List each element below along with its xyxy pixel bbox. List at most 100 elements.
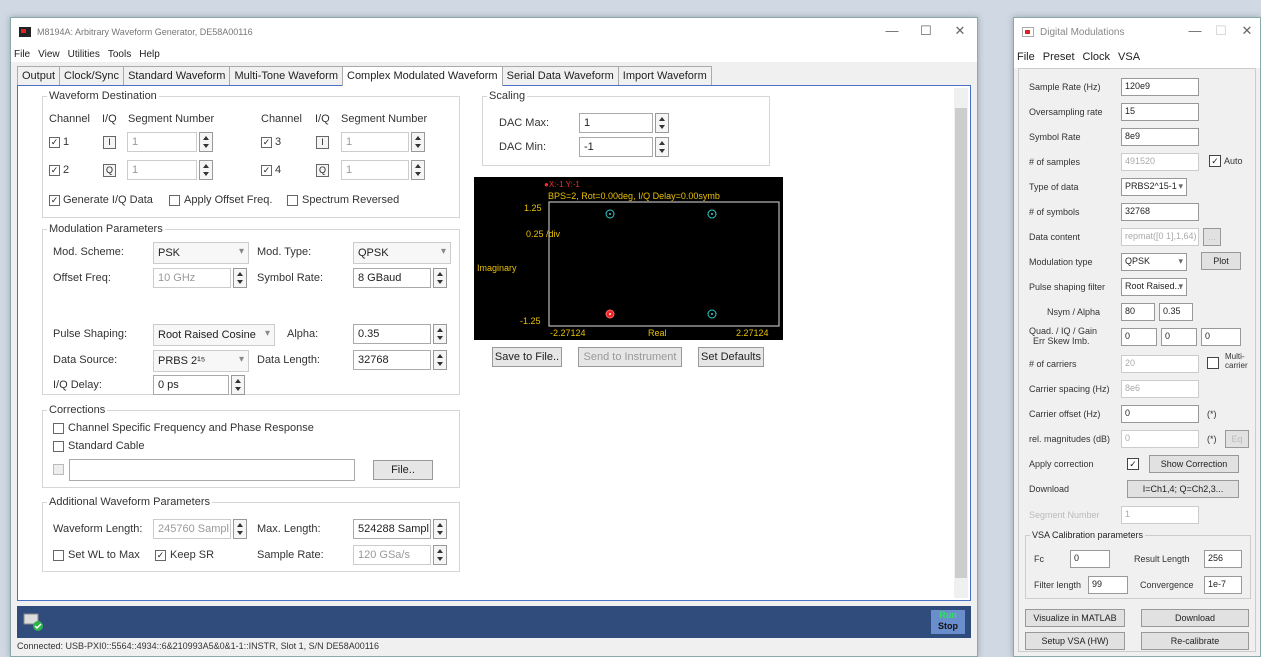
set-defaults-button[interactable]: Set Defaults: [698, 347, 764, 367]
tab-import-waveform[interactable]: Import Waveform: [617, 66, 712, 85]
tab-output[interactable]: Output: [17, 66, 61, 85]
tab-standard-waveform[interactable]: Standard Waveform: [123, 66, 231, 85]
menu-utilities[interactable]: Utilities: [68, 49, 100, 60]
channel-1-checkbox[interactable]: ✓: [49, 137, 60, 148]
dm-data-content-input[interactable]: repmat([0 1],1,64): [1121, 228, 1199, 246]
segment-4-input[interactable]: 1: [341, 160, 409, 180]
correction-file-checkbox[interactable]: [53, 464, 64, 475]
iq-delay-input[interactable]: 0 ps: [153, 375, 229, 395]
dac-min-spinner[interactable]: [655, 137, 669, 157]
dm-close-icon[interactable]: ✕: [1234, 18, 1260, 46]
maximize-icon[interactable]: ☐: [909, 18, 943, 46]
dm-type-data-select[interactable]: PRBS2^15-1: [1121, 178, 1187, 196]
menu-tools[interactable]: Tools: [108, 49, 131, 60]
channel-2-checkbox[interactable]: ✓: [49, 165, 60, 176]
data-length-spinner[interactable]: [433, 350, 447, 370]
mod-type-select[interactable]: QPSK: [353, 242, 451, 264]
dm-offset-input[interactable]: 0: [1121, 405, 1199, 423]
dm-num-samples-input[interactable]: 491520: [1121, 153, 1199, 171]
dm-num-symbols-input[interactable]: 32768: [1121, 203, 1199, 221]
dm-menu-preset[interactable]: Preset: [1043, 51, 1075, 63]
channel-2-iq[interactable]: Q: [103, 164, 116, 177]
constellation-plot[interactable]: ●X:-1 Y:-1 BPS=2, Rot=0.00deg, I/Q Delay…: [474, 177, 783, 340]
sample-rate-input[interactable]: 120 GSa/s: [353, 545, 431, 565]
dm-nsym-input[interactable]: 80: [1121, 303, 1155, 321]
channel-1-iq[interactable]: I: [103, 136, 116, 149]
dm-oversampling-input[interactable]: 15: [1121, 103, 1199, 121]
generate-iq-checkbox[interactable]: ✓: [49, 195, 60, 206]
send-to-instrument-button[interactable]: Send to Instrument: [578, 347, 682, 367]
dm-setup-vsa-button[interactable]: Setup VSA (HW): [1025, 632, 1125, 650]
set-wl-max-checkbox[interactable]: [53, 550, 64, 561]
segment-1-spinner[interactable]: [199, 132, 213, 152]
menu-file[interactable]: File: [14, 49, 30, 60]
dm-menu-vsa[interactable]: VSA: [1118, 51, 1140, 63]
dm-fc-input[interactable]: 0: [1070, 550, 1110, 568]
dm-recalibrate-button[interactable]: Re-calibrate: [1141, 632, 1249, 650]
dm-filter-input[interactable]: 99: [1088, 576, 1128, 594]
alpha-spinner[interactable]: [433, 324, 447, 344]
channel-specific-checkbox[interactable]: [53, 423, 64, 434]
menu-view[interactable]: View: [38, 49, 60, 60]
dm-conv-input[interactable]: 1e-7: [1204, 576, 1242, 594]
dm-symbol-rate-input[interactable]: 8e9: [1121, 128, 1199, 146]
max-length-input[interactable]: 524288 Sampl: [353, 519, 431, 539]
channel-4-checkbox[interactable]: ✓: [261, 165, 272, 176]
apply-offset-checkbox[interactable]: [169, 195, 180, 206]
save-to-file-button[interactable]: Save to File..: [492, 347, 562, 367]
waveform-length-input[interactable]: 245760 Sampl: [153, 519, 231, 539]
file-button[interactable]: File..: [373, 460, 433, 480]
tab-clock-sync[interactable]: Clock/Sync: [59, 66, 125, 85]
dac-max-spinner[interactable]: [655, 113, 669, 133]
dm-maximize-icon[interactable]: ☐: [1208, 18, 1234, 46]
channel-3-checkbox[interactable]: ✓: [261, 137, 272, 148]
vertical-scrollbar[interactable]: [954, 88, 968, 598]
tab-complex-modulated[interactable]: Complex Modulated Waveform: [342, 66, 503, 86]
correction-file-input[interactable]: [69, 459, 355, 481]
run-stop-button[interactable]: Run Stop: [931, 610, 965, 634]
dm-sample-rate-input[interactable]: 120e9: [1121, 78, 1199, 96]
dm-result-input[interactable]: 256: [1204, 550, 1242, 568]
dm-eq-button[interactable]: Eq: [1225, 430, 1249, 448]
segment-3-input[interactable]: 1: [341, 132, 409, 152]
dm-auto-checkbox[interactable]: ✓: [1209, 155, 1221, 167]
dm-pulse-select[interactable]: Root Raised...: [1121, 278, 1187, 296]
segment-3-spinner[interactable]: [411, 132, 425, 152]
tab-multi-tone[interactable]: Multi-Tone Waveform: [229, 66, 343, 85]
symbol-rate-spinner[interactable]: [433, 268, 447, 288]
dm-multi-carrier-checkbox[interactable]: [1207, 357, 1219, 369]
menu-help[interactable]: Help: [139, 49, 160, 60]
mod-scheme-select[interactable]: PSK: [153, 242, 249, 264]
dm-visualize-button[interactable]: Visualize in MATLAB: [1025, 609, 1125, 627]
dm-download-map-button[interactable]: I=Ch1,4; Q=Ch2,3...: [1127, 480, 1239, 498]
channel-4-iq[interactable]: Q: [316, 164, 329, 177]
iq-delay-spinner[interactable]: [231, 375, 245, 395]
minimize-icon[interactable]: —: [875, 18, 909, 46]
sample-rate-spinner[interactable]: [433, 545, 447, 565]
offset-freq-spinner[interactable]: [233, 268, 247, 288]
dm-relmag-input[interactable]: 0: [1121, 430, 1199, 448]
data-length-input[interactable]: 32768: [353, 350, 431, 370]
dm-download-button[interactable]: Download: [1141, 609, 1249, 627]
dm-carriers-input[interactable]: 20: [1121, 355, 1199, 373]
alpha-input[interactable]: 0.35: [353, 324, 431, 344]
scrollbar-thumb[interactable]: [955, 108, 967, 578]
spectrum-reversed-checkbox[interactable]: [287, 195, 298, 206]
dm-quad-err-input[interactable]: 0: [1121, 328, 1157, 346]
data-source-select[interactable]: PRBS 2¹⁵: [153, 350, 249, 372]
dm-menu-clock[interactable]: Clock: [1083, 51, 1111, 63]
dm-gain-imb-input[interactable]: 0: [1201, 328, 1241, 346]
dac-min-input[interactable]: -1: [579, 137, 653, 157]
dm-mod-type-select[interactable]: QPSK: [1121, 253, 1187, 271]
dm-segnum-input[interactable]: 1: [1121, 506, 1199, 524]
segment-4-spinner[interactable]: [411, 160, 425, 180]
dm-data-content-button[interactable]: ...: [1203, 228, 1221, 246]
dm-apply-corr-checkbox[interactable]: ✓: [1127, 458, 1139, 470]
dm-alpha-input[interactable]: 0.35: [1159, 303, 1193, 321]
close-icon[interactable]: ✕: [943, 18, 977, 46]
dm-spacing-input[interactable]: 8e6: [1121, 380, 1199, 398]
symbol-rate-input[interactable]: 8 GBaud: [353, 268, 431, 288]
dm-iq-skew-input[interactable]: 0: [1161, 328, 1197, 346]
segment-2-spinner[interactable]: [199, 160, 213, 180]
keep-sr-checkbox[interactable]: ✓: [155, 550, 166, 561]
